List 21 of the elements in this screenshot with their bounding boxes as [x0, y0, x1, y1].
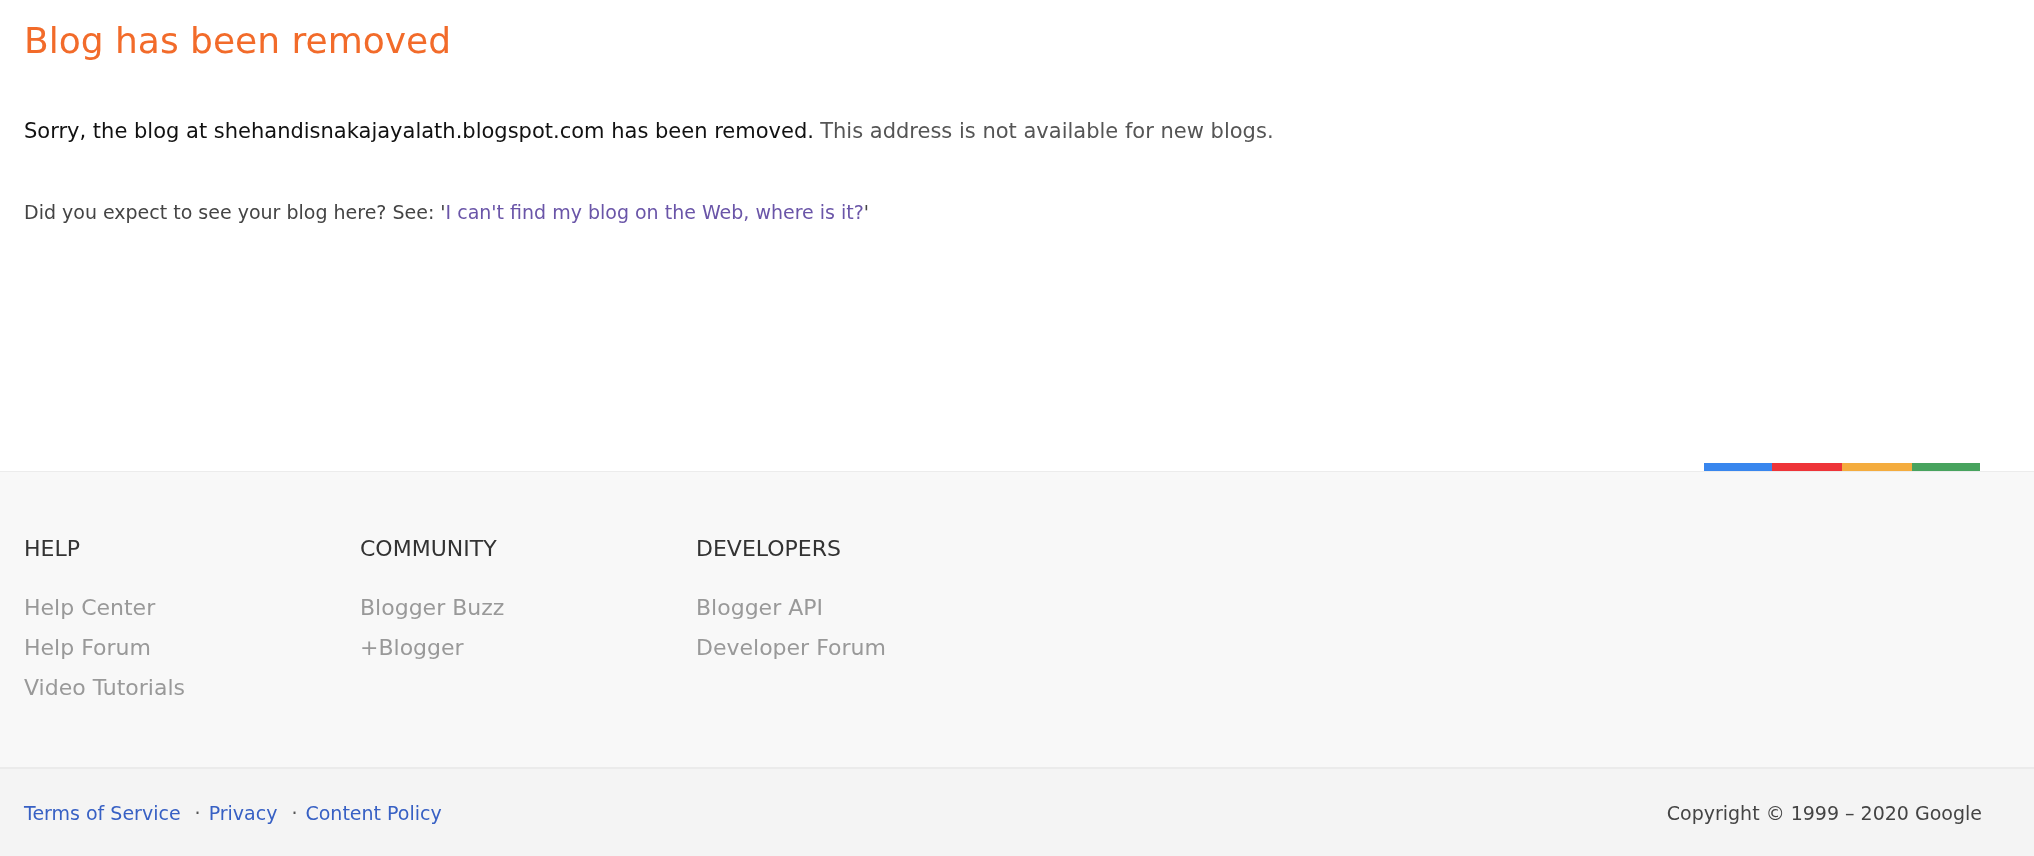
availability-note: This address is not available for new blogs. [820, 119, 1274, 143]
separator-dot: · [291, 801, 298, 824]
page-title: Blog has been removed [24, 19, 453, 63]
legal-link[interactable]: Content Policy [305, 801, 442, 824]
footer-link[interactable]: Blogger Buzz [360, 588, 505, 628]
footer-link[interactable]: Developer Forum [696, 628, 886, 668]
separator-dot: · [194, 801, 201, 824]
copyright-text: Copyright © 1999 – 2020 Google [1666, 801, 1982, 824]
footer-link[interactable]: Help Forum [24, 628, 151, 668]
help-sentence: Did you expect to see your blog here? See: 'I can't find my blog on the Web, where is it?' [24, 200, 871, 225]
footer-link[interactable]: Blogger API [696, 588, 823, 628]
footer-link[interactable]: +Blogger [360, 628, 464, 668]
footer-link[interactable]: Help Center [24, 588, 156, 628]
footer-heading: COMMUNITY [360, 535, 497, 563]
help-article-link[interactable]: I can't find my blog on the Web, where is it? [445, 201, 864, 223]
footer-link[interactable]: Video Tutorials [24, 668, 185, 708]
footer-heading: DEVELOPERS [696, 535, 841, 563]
removal-message: Sorry, the blog at shehandisnakajayalath.blogspot.com has been removed. [24, 119, 814, 143]
legal-link[interactable]: Terms of Service [24, 801, 181, 824]
legal-link[interactable]: Privacy [208, 801, 278, 824]
footer-heading: HELP [24, 535, 80, 563]
